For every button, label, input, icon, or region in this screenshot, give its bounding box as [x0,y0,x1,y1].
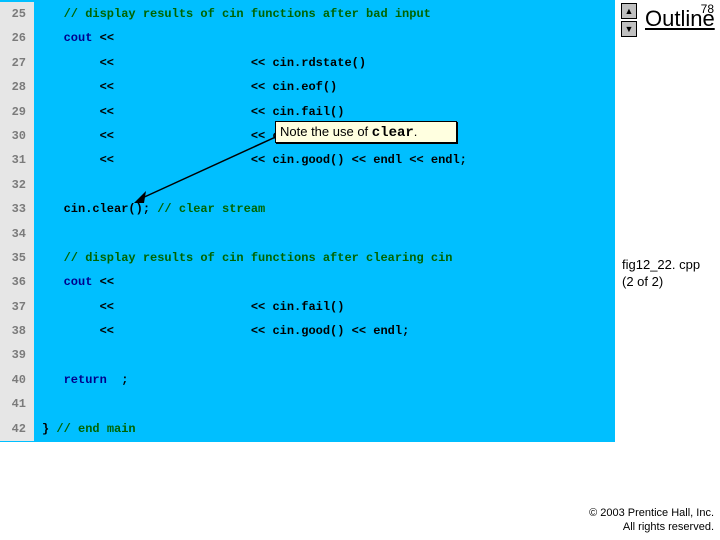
caption-filename: fig12_22. cpp [622,256,700,273]
lineno: 29 [0,100,34,124]
lineno: 28 [0,75,34,99]
code-text: << [92,275,121,289]
code-text: << cin.rdstate() [121,56,366,70]
lineno: 32 [0,173,34,197]
code-line-35: 35 // display results of cin functions a… [0,246,615,270]
lineno: 41 [0,392,34,416]
code-line-36: 36 cout << [0,270,615,294]
lineno: 26 [0,26,34,50]
code-text: << cin.good() << endl << endl; [121,153,467,167]
code-text: << [42,153,121,167]
lineno: 34 [0,222,34,246]
code-line-41: 41 [0,392,615,416]
caption-part: (2 of 2) [622,273,700,290]
code-line-34: 34 [0,222,615,246]
code-line-33: 33 cin.clear(); // clear stream [0,197,615,221]
code-line-42: 42} // end main [0,417,615,441]
lineno: 33 [0,197,34,221]
keyword: cout [42,31,92,45]
code-text: << cin.good() << endl; [121,324,409,338]
copyright-line: All rights reserved. [589,520,714,534]
code-text: << [42,129,121,143]
lineno: 30 [0,124,34,148]
code-text: } [42,422,56,436]
copyright-line: © 2003 Prentice Hall, Inc. [589,506,714,520]
code-text: << cin.fail() [121,300,344,314]
keyword: cout [42,275,92,289]
code-line-39: 39 [0,343,615,367]
lineno: 37 [0,295,34,319]
lineno: 31 [0,148,34,172]
triangle-up-icon: ▲ [625,6,634,16]
callout-suffix: . [414,124,418,139]
code-line-40: 40 return ; [0,368,615,392]
comment: // display results of cin functions afte… [42,251,452,265]
lineno: 39 [0,343,34,367]
code-text: << [42,56,121,70]
lineno: 40 [0,368,34,392]
code-text: << [42,105,121,119]
code-text: << cin.fail() [121,105,344,119]
code-line-27: 27 << << cin.rdstate() [0,51,615,75]
scroll-up-button[interactable]: ▲ [621,3,637,19]
code-text: << cin.eof() [121,80,337,94]
code-text: << [42,324,121,338]
triangle-down-icon: ▼ [625,24,634,34]
slide-page: 25 // display results of cin functions a… [0,0,720,540]
code-line-31: 31 << << cin.good() << endl << endl; [0,148,615,172]
code-viewer: 25 // display results of cin functions a… [0,0,615,442]
comment: // clear stream [157,202,265,216]
figure-caption: fig12_22. cpp (2 of 2) [622,256,700,290]
code-text: << [42,300,121,314]
code-line-37: 37 << << cin.fail() [0,295,615,319]
comment: // display results of cin functions afte… [42,7,431,21]
code-text: ; [107,373,129,387]
comment: // end main [56,422,135,436]
code-line-38: 38 << << cin.good() << endl; [0,319,615,343]
scroll-down-button[interactable]: ▼ [621,21,637,37]
code-text: << [42,80,121,94]
lineno: 25 [0,2,34,26]
keyword: return [42,373,107,387]
slide-number: 78 [701,2,714,16]
lineno: 36 [0,270,34,294]
code-text: cin.clear(); [42,202,157,216]
lineno: 38 [0,319,34,343]
code-line-32: 32 [0,173,615,197]
lineno: 35 [0,246,34,270]
code-line-26: 26 cout << [0,26,615,50]
callout-note: Note the use of clear. [275,121,457,143]
callout-keyword: clear [372,125,414,141]
lineno: 27 [0,51,34,75]
code-text: << [92,31,121,45]
code-line-25: 25 // display results of cin functions a… [0,2,615,26]
lineno: 42 [0,417,34,441]
copyright-notice: © 2003 Prentice Hall, Inc. All rights re… [589,506,714,534]
code-line-28: 28 << << cin.eof() [0,75,615,99]
callout-prefix: Note the use of [280,124,372,139]
